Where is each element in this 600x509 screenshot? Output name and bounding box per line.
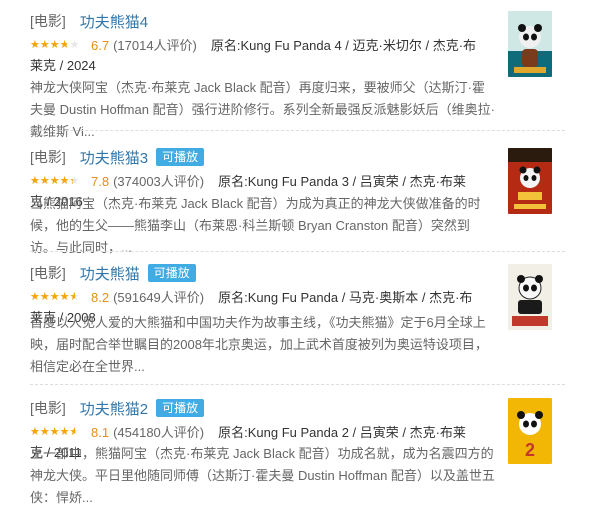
movie-description: 神龙大侠阿宝（杰克·布莱克 Jack Black 配音）再度归来，要被师父（达斯…: [30, 80, 495, 139]
rating-stars: ★★★★★★★★★★: [30, 176, 80, 187]
movie-description: 上一部中，熊猫阿宝（杰克·布莱克 Jack Black 配音）功成名就，成为名震…: [30, 446, 495, 505]
result-item: [电影] 功夫熊猫3 可播放 ★★★★★★★★★★7.8(374003人评价)原…: [0, 146, 560, 256]
result-title-row: [电影] 功夫熊猫4: [30, 10, 148, 32]
category-label: [电影]: [30, 149, 66, 165]
vote-count: (591649人评价): [113, 290, 205, 305]
movie-title-link[interactable]: 功夫熊猫: [80, 263, 140, 284]
result-item: [电影] 功夫熊猫4 ★★★★★★★★★★6.7(17014人评价)原名:Kun…: [0, 10, 560, 139]
result-item: [电影] 功夫熊猫2 可播放 ★★★★★ ★★★★★ 8.1 (454180人评价) 原…: [0, 397, 560, 505]
playable-badge[interactable]: 可播放: [156, 399, 205, 417]
result-item: [电影] 功夫熊猫 可播放 ★★★★★ ★★★★★ 8.2 (591649人评价) 原名…: [0, 262, 560, 374]
result-title-row: [电影] 功夫熊猫2 可播放: [30, 397, 205, 419]
movie-description: 首度以人见人爱的大熊猫和中国功夫作为故事主线，《功夫熊猫》定于6月全球上映，届时…: [30, 315, 488, 374]
rating-score: 8.2: [91, 290, 110, 305]
vote-count: (374003人评价): [113, 174, 205, 189]
category-label: [电影]: [30, 265, 66, 281]
panda-poster-1-icon: [508, 264, 552, 330]
result-title-row: [电影] 功夫熊猫 可播放: [30, 262, 196, 284]
rating-score: 7.8: [91, 174, 110, 189]
panda-poster-2-icon: 2: [508, 398, 552, 464]
panda-poster-3-icon: [508, 148, 552, 214]
divider: [30, 384, 565, 385]
movie-title-link[interactable]: 功夫熊猫3: [80, 147, 148, 168]
category-label: [电影]: [30, 400, 66, 416]
rating-stars: ★★★★★★★★★★: [30, 427, 80, 438]
movie-title-link[interactable]: 功夫熊猫4: [80, 11, 148, 32]
result-title-row: [电影] 功夫熊猫3 可播放: [30, 146, 205, 168]
vote-count: (17014人评价): [113, 38, 197, 53]
rating-score: 6.7: [91, 38, 110, 53]
movie-description: 当熊猫阿宝（杰克·布莱克 Jack Black 配音）为成为真正的神龙大侠做准备…: [30, 196, 481, 255]
divider: [30, 130, 565, 131]
vote-count: (454180人评价): [113, 425, 205, 440]
movie-poster[interactable]: [508, 148, 552, 214]
rating-stars: ★★★★★★★★★★: [30, 40, 80, 51]
panda-poster-4-icon: [508, 11, 552, 77]
rating-score: 8.1: [91, 425, 110, 440]
playable-badge[interactable]: 可播放: [156, 148, 205, 166]
playable-badge[interactable]: 可播放: [147, 264, 196, 282]
rating-info: ★★★★★★★★★★6.7(17014人评价)原名:Kung Fu Panda …: [30, 36, 478, 76]
rating-stars: ★★★★★★★★★★: [30, 292, 80, 303]
category-label: [电影]: [30, 13, 66, 29]
movie-title-link[interactable]: 功夫熊猫2: [80, 398, 148, 419]
movie-poster[interactable]: [508, 11, 552, 77]
search-result-list: [电影] 功夫熊猫4 ★★★★★★★★★★6.7(17014人评价)原名:Kun…: [0, 0, 600, 505]
divider: [30, 251, 565, 252]
svg-text:2: 2: [525, 440, 535, 460]
movie-poster[interactable]: [508, 264, 552, 330]
movie-poster[interactable]: 2: [508, 398, 552, 464]
